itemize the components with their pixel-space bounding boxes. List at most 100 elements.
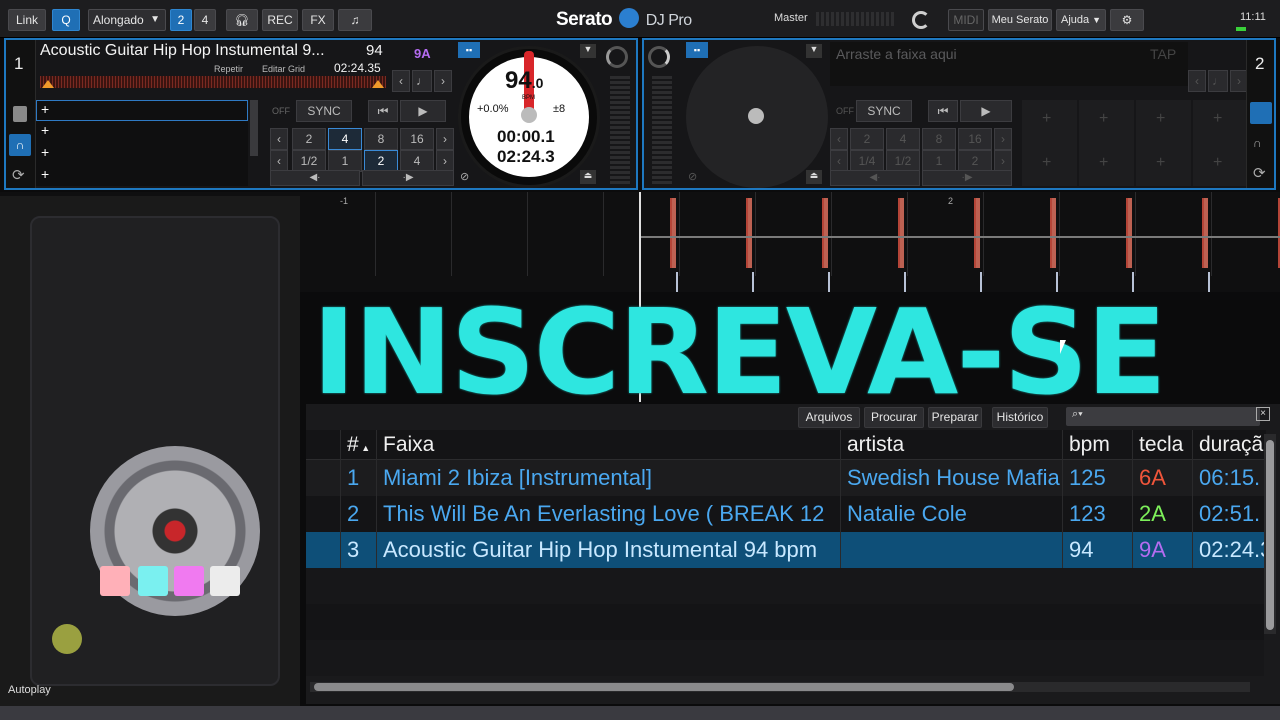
play-button[interactable]: ▶: [400, 100, 446, 122]
rec-button[interactable]: REC: [262, 9, 298, 31]
sampler-button[interactable]: ♫: [338, 9, 372, 31]
autoloop-1-button[interactable]: 1: [328, 150, 362, 172]
beatjump-forward-button[interactable]: ·▶: [922, 170, 1012, 186]
shield-icon[interactable]: [1250, 102, 1272, 124]
loop-16-button[interactable]: 16: [958, 128, 992, 150]
column-artist[interactable]: artista: [840, 430, 1062, 460]
cue-slot-3[interactable]: +: [36, 144, 248, 165]
table-row[interactable]: 2 This Will Be An Everlasting Love ( BRE…: [306, 496, 1264, 532]
censor-icon[interactable]: ⊘: [460, 170, 476, 184]
tab-files[interactable]: Arquivos: [798, 407, 860, 428]
autoloop-1-button[interactable]: 1: [922, 150, 956, 172]
eject-icon[interactable]: ⏏: [580, 170, 596, 184]
vertical-scroll-thumb[interactable]: [1266, 440, 1274, 630]
tab-history[interactable]: Histórico: [992, 407, 1048, 428]
tap-button[interactable]: TAP: [1150, 46, 1176, 62]
loop-next-button[interactable]: ›: [994, 128, 1012, 150]
deck-2-button[interactable]: 2: [170, 9, 192, 31]
loop-16-button[interactable]: 16: [400, 128, 434, 150]
loop-2-button[interactable]: 2: [292, 128, 326, 150]
cue-pad-add[interactable]: +: [1042, 110, 1051, 128]
autoloop-2-button[interactable]: 2: [958, 150, 992, 172]
deck-2-track-drop[interactable]: Arraste a faixa aqui TAP: [830, 42, 1188, 86]
loop-next-button[interactable]: ›: [436, 128, 454, 150]
autoloop-next-button[interactable]: ›: [436, 150, 454, 172]
table-row[interactable]: 1 Miami 2 Ibiza [Instrumental] Swedish H…: [306, 460, 1264, 496]
prev-track-button[interactable]: ‹: [392, 70, 410, 92]
beatjump-back-button[interactable]: ◀·: [830, 170, 920, 186]
midi-button[interactable]: MIDI: [948, 9, 984, 31]
horizontal-scrollbar[interactable]: [310, 682, 1250, 692]
cue-slot-4[interactable]: +: [36, 166, 248, 187]
cue-button[interactable]: ⏮: [368, 100, 398, 122]
deck-2-cue-pads[interactable]: + + + + + + + +: [1022, 100, 1250, 186]
deck-2-gain-knob[interactable]: [648, 46, 670, 68]
cue-pad-add[interactable]: +: [1042, 154, 1051, 172]
loop-8-button[interactable]: 8: [922, 128, 956, 150]
autoloop-quarter-button[interactable]: 1/4: [850, 150, 884, 172]
link-button[interactable]: Link: [8, 9, 46, 31]
autoloop-2-button[interactable]: 2: [364, 150, 398, 172]
autoloop-prev-button[interactable]: ‹: [830, 150, 848, 172]
loop-4-button[interactable]: 4: [886, 128, 920, 150]
cue-pad-add[interactable]: +: [1213, 110, 1222, 128]
loop-2-button[interactable]: 2: [850, 128, 884, 150]
sync-button[interactable]: SYNC: [296, 100, 352, 122]
shield-icon[interactable]: [13, 106, 27, 122]
column-duration[interactable]: duraçã: [1192, 430, 1266, 460]
autoloop-prev-button[interactable]: ‹: [270, 150, 288, 172]
cue-pad-add[interactable]: +: [1156, 110, 1165, 128]
tab-prepare[interactable]: Preparar: [928, 407, 982, 428]
column-track[interactable]: Faixa: [376, 430, 842, 460]
chevron-down-icon[interactable]: ▼: [580, 44, 596, 58]
close-icon[interactable]: ×: [1256, 407, 1270, 421]
cue-slot-2[interactable]: +: [36, 122, 248, 143]
tab-browse[interactable]: Procurar: [864, 407, 924, 428]
column-key[interactable]: tecla: [1132, 430, 1194, 460]
sync-loop-icon[interactable]: ⟳: [1253, 164, 1266, 182]
beatjump-forward-button[interactable]: ·▶: [362, 170, 454, 186]
loop-prev-button[interactable]: ‹: [830, 128, 848, 150]
horizontal-scroll-thumb[interactable]: [314, 683, 1014, 691]
loop-8-button[interactable]: 8: [364, 128, 398, 150]
autoloop-half-button[interactable]: 1/2: [886, 150, 920, 172]
deck-1-gain-knob[interactable]: [606, 46, 628, 68]
chevron-down-icon[interactable]: ▼: [806, 44, 822, 58]
settings-button[interactable]: ⚙: [1110, 9, 1144, 31]
autoloop-next-button[interactable]: ›: [994, 150, 1012, 172]
next-track-button[interactable]: ›: [434, 70, 452, 92]
cue-button[interactable]: ⏮: [928, 100, 958, 122]
sync-loop-icon[interactable]: ⟳: [12, 166, 25, 184]
cue-pad-add[interactable]: +: [1156, 154, 1165, 172]
mode-select[interactable]: Alongado ▼: [88, 9, 166, 31]
play-button[interactable]: ▶: [960, 100, 1012, 122]
cue-pad-add[interactable]: +: [1099, 110, 1108, 128]
autoloop-half-button[interactable]: 1/2: [292, 150, 326, 172]
headphones-icon[interactable]: ∩: [1253, 136, 1262, 150]
quantize-button[interactable]: Q: [52, 9, 80, 31]
link-deck-icon[interactable]: ▪▪: [458, 42, 480, 58]
fx-button[interactable]: FX: [302, 9, 334, 31]
deck-4-button[interactable]: 4: [194, 9, 216, 31]
cue-slot-1[interactable]: +: [36, 100, 248, 121]
repeat-button[interactable]: Repetir: [214, 64, 243, 74]
cue-icon-button[interactable]: ♩: [412, 70, 432, 92]
deck-1-mini-waveform[interactable]: [40, 76, 386, 88]
beatjump-back-button[interactable]: ◀·: [270, 170, 360, 186]
column-bpm[interactable]: bpm: [1062, 430, 1136, 460]
column-number[interactable]: # ▲: [340, 430, 378, 460]
table-row-selected[interactable]: 3 Acoustic Guitar Hip Hop Instumental 94…: [306, 532, 1264, 568]
cue-pad-add[interactable]: +: [1099, 154, 1108, 172]
master-volume-knob[interactable]: [912, 11, 930, 29]
eject-icon[interactable]: ⏏: [806, 170, 822, 184]
search-input[interactable]: ⌕▾: [1066, 407, 1260, 426]
censor-icon[interactable]: ⊘: [688, 170, 697, 183]
cue-pad-add[interactable]: +: [1213, 154, 1222, 172]
edit-grid-button[interactable]: Editar Grid: [262, 64, 305, 74]
headphones-button[interactable]: 🎧︎: [226, 9, 258, 31]
vertical-scrollbar[interactable]: [1264, 434, 1276, 634]
cue-list-scrollbar[interactable]: [250, 100, 258, 156]
help-menu[interactable]: Ajuda ▼: [1056, 9, 1106, 31]
deck-1-platter[interactable]: 94.0 BPM +0.0% ±8 00:00.1 02:24.3: [458, 46, 600, 188]
deck-2-platter[interactable]: [686, 46, 828, 188]
